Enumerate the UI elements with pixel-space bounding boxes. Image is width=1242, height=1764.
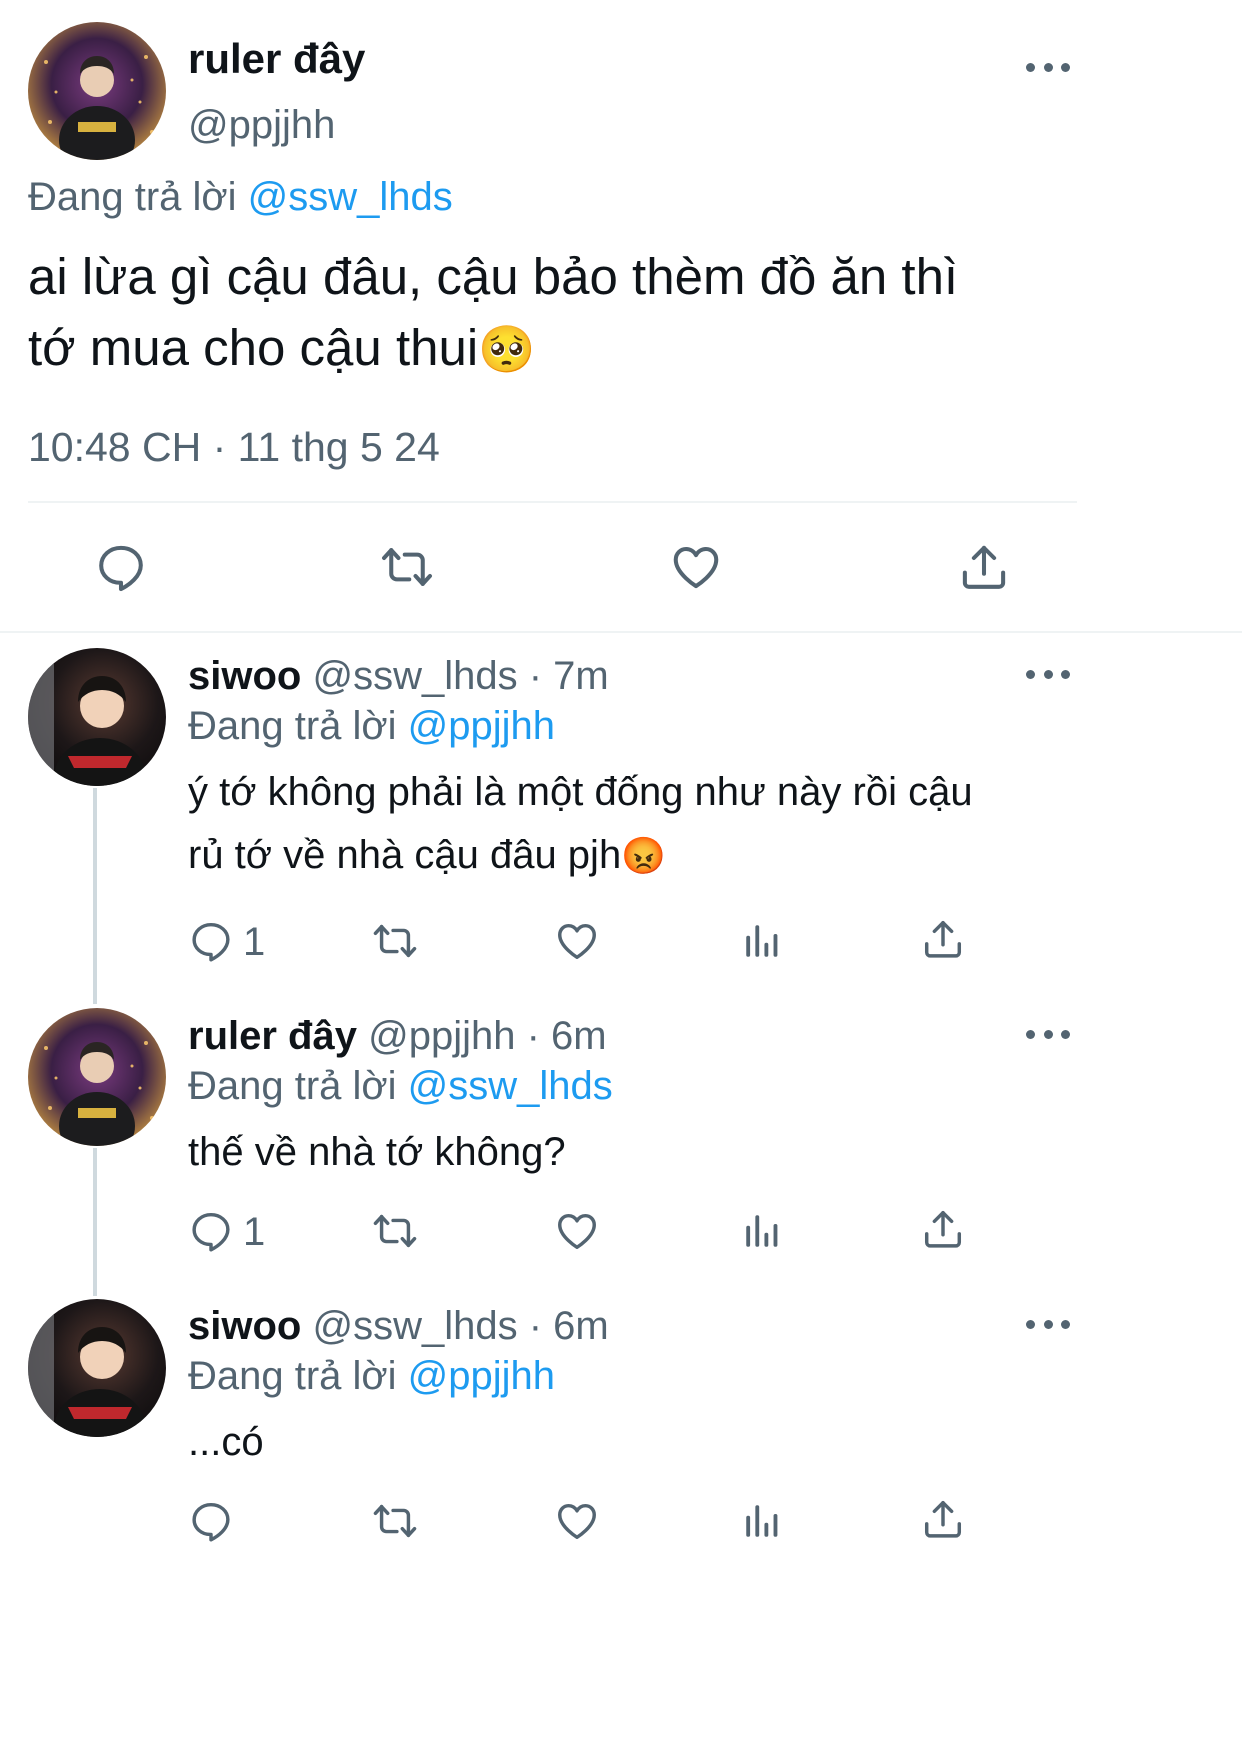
share-icon[interactable] [920,1206,966,1252]
section-divider [0,631,1242,633]
ruler-avatar-image [28,1008,166,1146]
reply-header: siwoo @ssw_lhds · 6m [188,1302,609,1350]
reply-text-line2: rủ tớ về nhà cậu đâu pjh😡 [188,827,666,884]
reply-header: siwoo @ssw_lhds · 7m [188,652,609,700]
replying-to-link[interactable]: @ppjjhh [408,704,555,748]
replying-prefix: Đang trả lời [28,175,237,219]
replying-prefix: Đang trả lời [188,704,397,748]
reply-icon[interactable] [188,1498,234,1544]
main-timestamp[interactable]: 10:48 CH · 11 thg 5 24 [28,422,440,472]
like-icon[interactable] [554,1208,600,1254]
main-replying-line: Đang trả lời @ssw_lhds [28,172,453,222]
reply-display-name[interactable]: siwoo [188,654,301,698]
replying-to-link[interactable]: @ssw_lhds [408,1064,613,1108]
share-icon[interactable] [957,540,1011,594]
retweet-icon[interactable] [370,1498,420,1544]
siwoo-avatar-image [28,1299,166,1437]
reply-display-name[interactable]: ruler đây [188,1014,357,1058]
reply-replying-line: Đang trả lời @ppjjhh [188,1352,555,1400]
share-icon[interactable] [920,1496,966,1542]
views-icon[interactable] [741,1210,783,1252]
retweet-icon[interactable] [370,1208,420,1254]
reply-time[interactable]: · 6m [527,1014,607,1058]
reply-time[interactable]: · 6m [529,1304,609,1348]
reply-handle[interactable]: @ssw_lhds [312,1304,517,1348]
more-options-icon[interactable] [1026,1027,1070,1041]
main-handle[interactable]: @ppjjhh [188,100,335,150]
thread-line [93,788,97,1004]
reply-text: rủ tớ về nhà cậu đâu pjh [188,833,622,877]
replying-prefix: Đang trả lời [188,1064,397,1108]
reply-time[interactable]: · 7m [529,654,609,698]
like-icon[interactable] [554,918,600,964]
main-avatar[interactable] [28,22,166,160]
retweet-icon[interactable] [378,540,436,594]
divider [28,501,1077,503]
like-icon[interactable] [669,540,723,594]
replying-to-link[interactable]: @ppjjhh [408,1354,555,1398]
reply-header: ruler đây @ppjjhh · 6m [188,1012,607,1060]
reply-avatar[interactable] [28,648,166,786]
like-icon[interactable] [554,1498,600,1544]
more-options-icon[interactable] [1026,1317,1070,1331]
reply-icon[interactable] [188,1208,234,1254]
reply-handle[interactable]: @ppjjhh [368,1014,515,1058]
views-icon[interactable] [741,1500,783,1542]
reply-display-name[interactable]: siwoo [188,1304,301,1348]
more-options-icon[interactable] [1026,667,1070,681]
reply-text: ...có [188,1420,264,1464]
reply-avatar[interactable] [28,1008,166,1146]
reply-count: 1 [243,920,266,964]
share-icon[interactable] [920,916,966,962]
ruler-avatar-image [28,22,166,160]
pleading-emoji: 🥺 [478,323,536,375]
reply-icon[interactable] [94,540,148,594]
views-icon[interactable] [741,920,783,962]
reply-handle[interactable]: @ssw_lhds [312,654,517,698]
reply-count: 1 [243,1210,266,1254]
reply-replying-line: Đang trả lời @ppjjhh [188,702,555,750]
reply-text: thế về nhà tớ không? [188,1130,566,1174]
siwoo-avatar-image [28,648,166,786]
main-tweet-text-line2: tớ mua cho cậu thui🥺 [28,316,535,381]
more-options-icon[interactable] [1026,60,1070,74]
reply-text-line1: ý tớ không phải là một đống như này rồi … [188,770,973,814]
replying-prefix: Đang trả lời [188,1354,397,1398]
retweet-icon[interactable] [370,918,420,964]
reply-replying-line: Đang trả lời @ssw_lhds [188,1062,613,1110]
angry-emoji: 😡 [621,835,667,876]
reply-avatar[interactable] [28,1299,166,1437]
thread-line [93,1148,97,1296]
main-tweet-text: tớ mua cho cậu thui [28,319,479,376]
main-display-name[interactable]: ruler đây [188,34,365,84]
replying-to-link[interactable]: @ssw_lhds [248,175,453,219]
main-tweet-text-line1: ai lừa gì cậu đâu, cậu bảo thèm đồ ăn th… [28,248,959,305]
reply-icon[interactable] [188,918,234,964]
